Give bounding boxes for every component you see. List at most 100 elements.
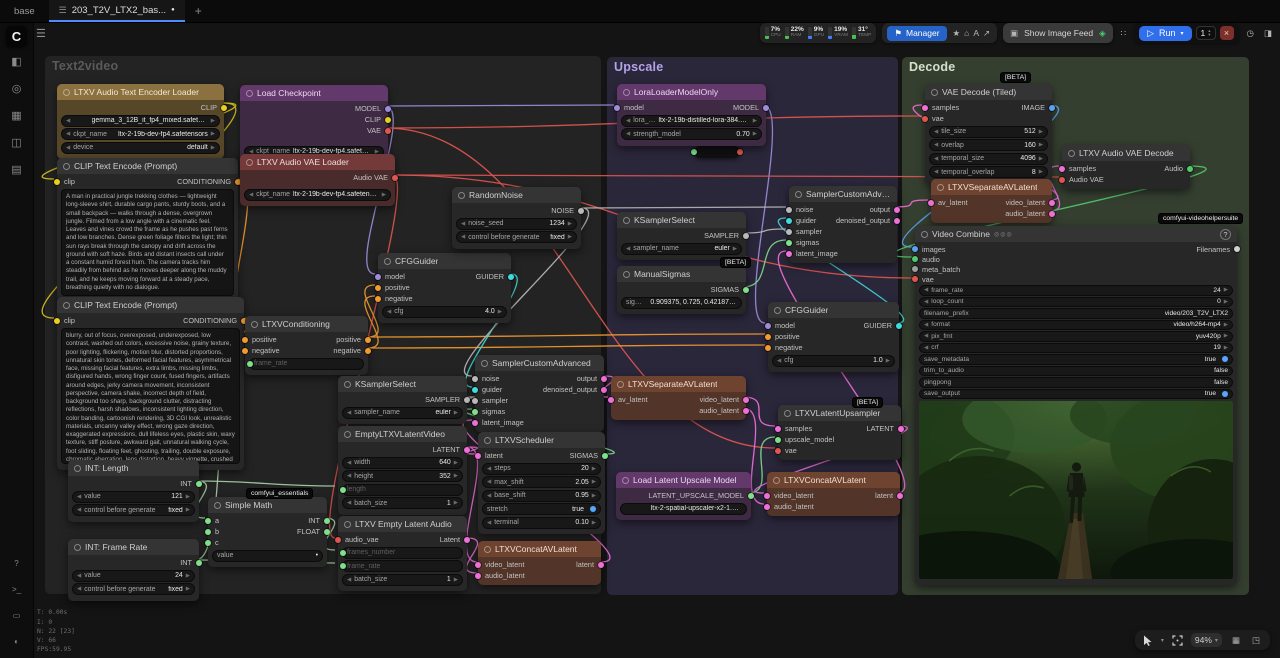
node-title-bar[interactable]: Simple Math	[208, 497, 327, 513]
widget-width[interactable]: ◀width640▶	[342, 457, 463, 469]
node-title-bar[interactable]: LTXVSeparateAVLatent	[611, 376, 746, 392]
inc-arrow-icon[interactable]: ▶	[733, 246, 737, 252]
batch-stepper[interactable]: ▴▾	[1208, 29, 1210, 38]
input-port-clip[interactable]	[54, 318, 60, 324]
node-sampler-custom-advanced-1[interactable]: SamplerCustomAdvancednoiseoutputguiderde…	[475, 355, 604, 432]
node-title-bar[interactable]: Load Checkpoint	[240, 85, 388, 101]
model-library-icon[interactable]: ◎	[7, 79, 27, 97]
node-help-icon[interactable]: ?	[1220, 229, 1231, 240]
node-sampler-custom-advanced-2[interactable]: SamplerCustomAdvancednoiseoutputguiderde…	[789, 186, 897, 263]
collapse-icon[interactable]	[623, 271, 630, 278]
fullscreen-icon[interactable]: ◳	[1250, 635, 1262, 646]
node-vae-decode-tiled[interactable]: VAE Decode (Tiled)samplesIMAGEvae◀tile_s…	[925, 84, 1052, 184]
output-port-positive[interactable]	[365, 337, 371, 343]
input-port-frame_rate[interactable]	[340, 563, 346, 569]
input-port-positive[interactable]	[242, 337, 248, 343]
inc-arrow-icon[interactable]: ▶	[454, 410, 458, 416]
node-ltxv-scheduler[interactable]: LTXVSchedulerlatentSIGMAS◀steps20▶◀max_s…	[478, 432, 605, 534]
widget-batch_size[interactable]: ◀batch_size1▶	[342, 574, 463, 586]
dec-arrow-icon[interactable]: ◀	[626, 131, 630, 137]
widget-max_shift[interactable]: ◀max_shift2.05▶	[482, 476, 601, 488]
inc-arrow-icon[interactable]: ▶	[498, 309, 502, 315]
node-title-bar[interactable]: VAE Decode (Tiled)	[925, 84, 1052, 100]
inc-arrow-icon[interactable]: ▶	[753, 118, 757, 124]
video-preview-frame[interactable]	[919, 401, 1233, 579]
collapse-icon[interactable]	[773, 477, 780, 484]
inc-arrow-icon[interactable]: ▶	[186, 586, 190, 592]
queue-icon[interactable]: ▤	[7, 160, 27, 178]
inc-arrow-icon[interactable]: ▶	[1039, 142, 1043, 148]
collapse-icon[interactable]	[795, 191, 802, 198]
input-port-av_latent[interactable]	[608, 397, 614, 403]
input-port-upscale_model[interactable]	[775, 437, 781, 443]
dec-arrow-icon[interactable]: ◀	[347, 500, 351, 506]
node-int-length[interactable]: INT: LengthINT◀value121▶◀control before …	[68, 460, 199, 522]
input-port-negative[interactable]	[242, 348, 248, 354]
collapse-icon[interactable]	[931, 89, 938, 96]
batch-count-input[interactable]: 1 ▴▾	[1196, 26, 1216, 40]
collapse-icon[interactable]	[921, 231, 928, 238]
dec-arrow-icon[interactable]: ◀	[461, 221, 465, 227]
node-title-bar[interactable]: Load Latent Upscale Model	[616, 472, 751, 488]
widget-value[interactable]: value•	[212, 550, 323, 562]
inc-arrow-icon[interactable]: ▶	[186, 573, 190, 579]
inc-arrow-icon[interactable]: ▶	[1224, 299, 1228, 305]
widget-height[interactable]: ◀height352▶	[342, 470, 463, 482]
node-simple-math[interactable]: Simple MathaINTbFLOATcvalue•	[208, 497, 327, 567]
collapse-icon[interactable]	[246, 159, 253, 166]
dec-arrow-icon[interactable]: ◀	[66, 118, 70, 124]
input-port-sigmas[interactable]	[786, 240, 792, 246]
workspace-label[interactable]: base	[0, 0, 49, 22]
dec-arrow-icon[interactable]: ◀	[387, 309, 391, 315]
collapse-icon[interactable]	[622, 477, 629, 484]
output-port-Audio[interactable]	[1187, 166, 1193, 172]
collapse-icon[interactable]	[74, 544, 81, 551]
title-icons[interactable]: ◎◎◎	[994, 231, 1013, 238]
reroute-in-port[interactable]	[691, 149, 697, 155]
dec-arrow-icon[interactable]: ◀	[487, 493, 491, 499]
widget-pingpong[interactable]: pingpongfalse	[919, 377, 1233, 388]
collapse-icon[interactable]	[344, 381, 351, 388]
run-options-icon[interactable]: ▾	[1181, 30, 1184, 37]
show-image-feed-button[interactable]: Show Image Feed	[1024, 28, 1093, 38]
video-preview[interactable]	[919, 401, 1233, 579]
input-port-noise[interactable]	[786, 207, 792, 213]
input-port-positive[interactable]	[765, 334, 771, 340]
input-port-images[interactable]	[912, 246, 918, 252]
node-clip-text-encode-positive[interactable]: CLIP Text Encode (Prompt)clipCONDITIONIN…	[57, 158, 238, 302]
help-icon[interactable]: ?	[7, 554, 27, 572]
pin-icon[interactable]: ⌂	[962, 28, 971, 38]
dec-arrow-icon[interactable]: ◀	[487, 466, 491, 472]
node-ltxv-concat-av-latent-2[interactable]: LTXVConcatAVLatentvideo_latentlatentaudi…	[767, 472, 900, 516]
node-title-bar[interactable]: LTXV Audio Text Encoder Loader	[57, 84, 224, 100]
node-lora-loader-model-only[interactable]: LoraLoaderModelOnlymodelMODEL◀lora_…ltx-…	[617, 84, 766, 146]
dec-arrow-icon[interactable]: ◀	[934, 156, 938, 162]
widget-tile_size[interactable]: ◀tile_size512▶	[929, 126, 1048, 138]
dec-arrow-icon[interactable]: ◀	[924, 299, 928, 305]
input-port-frame_rate[interactable]	[247, 361, 253, 367]
inc-arrow-icon[interactable]: ▶	[1224, 287, 1228, 293]
terminal-icon[interactable]: >_	[7, 580, 27, 598]
dec-arrow-icon[interactable]: ◀	[77, 586, 81, 592]
inc-arrow-icon[interactable]: ▶	[592, 466, 596, 472]
inc-arrow-icon[interactable]: ▶	[753, 131, 757, 137]
input-port-meta_batch[interactable]	[912, 266, 918, 272]
node-title-bar[interactable]: LTXVSeparateAVLatent	[931, 179, 1052, 195]
node-graph-canvas[interactable]: Text2videoUpscaleDecodeLTXV Audio Text E…	[0, 0, 1280, 658]
output-port-GUIDER[interactable]	[896, 323, 902, 329]
inc-arrow-icon[interactable]: ▶	[186, 494, 190, 500]
output-port-SIGMAS[interactable]	[602, 453, 608, 459]
output-port-FLOAT[interactable]	[324, 529, 330, 535]
inc-arrow-icon[interactable]: ▶	[1039, 156, 1043, 162]
collapse-icon[interactable]	[74, 465, 81, 472]
input-port-sampler[interactable]	[472, 398, 478, 404]
manager-button[interactable]: ⚑ Manager	[887, 26, 946, 41]
inc-arrow-icon[interactable]: ▶	[211, 145, 215, 151]
toggle-panel-icon[interactable]: ◨	[1262, 28, 1274, 39]
collapse-icon[interactable]	[246, 90, 253, 97]
widget-frames_number[interactable]: frames_number	[342, 547, 463, 559]
node-title-bar[interactable]: KSamplerSelect	[338, 376, 467, 392]
widget-value[interactable]: ltx-2-spatial-upscaler-x2-1.0.saf…	[620, 503, 747, 515]
toggle-on-icon[interactable]	[1222, 391, 1228, 397]
pointer-tool-icon[interactable]	[1143, 635, 1153, 646]
